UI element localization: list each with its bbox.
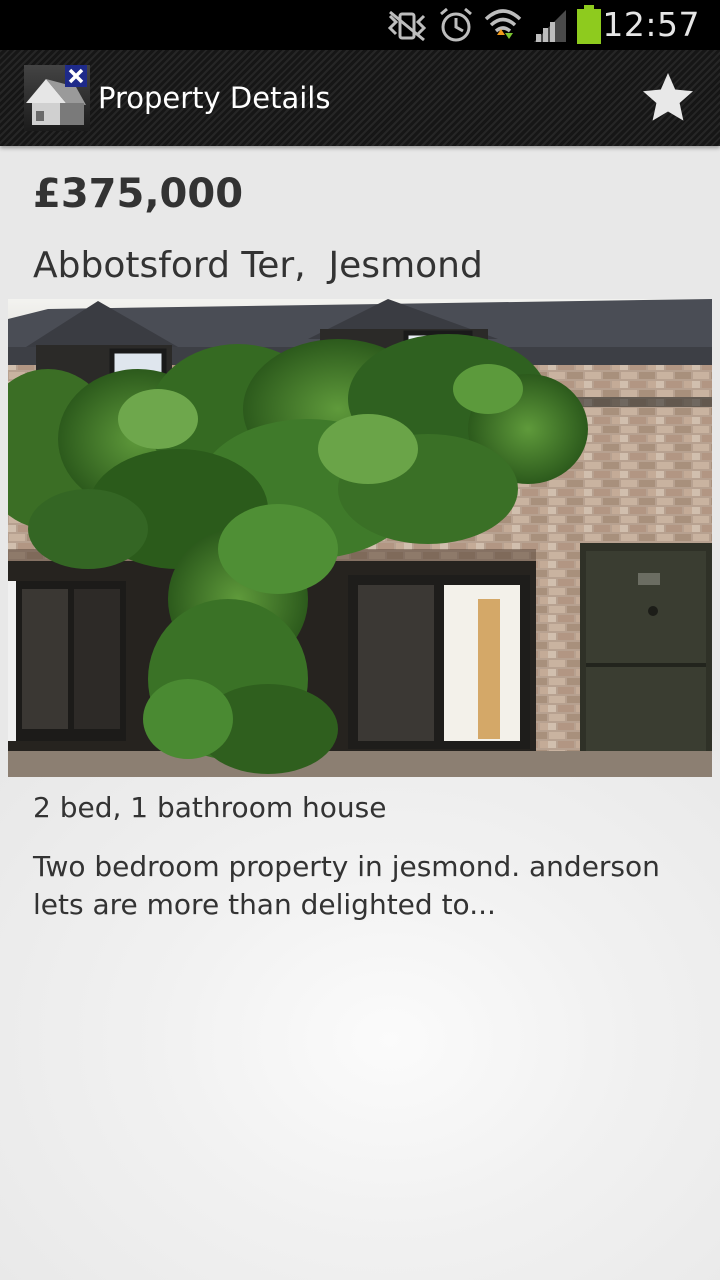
status-bar: 12:57 bbox=[0, 0, 720, 50]
address: Abbotsford Ter, Jesmond bbox=[33, 245, 483, 286]
property-photo[interactable] bbox=[8, 299, 712, 777]
action-bar: Property Details bbox=[0, 50, 720, 146]
alarm-clock-icon bbox=[440, 7, 472, 42]
property-summary: 2 bed, 1 bathroom house bbox=[33, 791, 387, 824]
price: £375,000 bbox=[33, 171, 244, 217]
vibrate-icon bbox=[387, 10, 427, 42]
house-logo-icon[interactable] bbox=[24, 65, 90, 131]
cell-signal-icon bbox=[534, 10, 566, 42]
screen-title: Property Details bbox=[98, 81, 331, 115]
battery-icon bbox=[577, 5, 601, 44]
status-time: 12:57 bbox=[602, 5, 700, 44]
star-icon[interactable] bbox=[640, 70, 696, 126]
wifi-icon bbox=[484, 9, 522, 39]
property-description: Two bedroom property in jesmond. anderso… bbox=[33, 850, 660, 921]
